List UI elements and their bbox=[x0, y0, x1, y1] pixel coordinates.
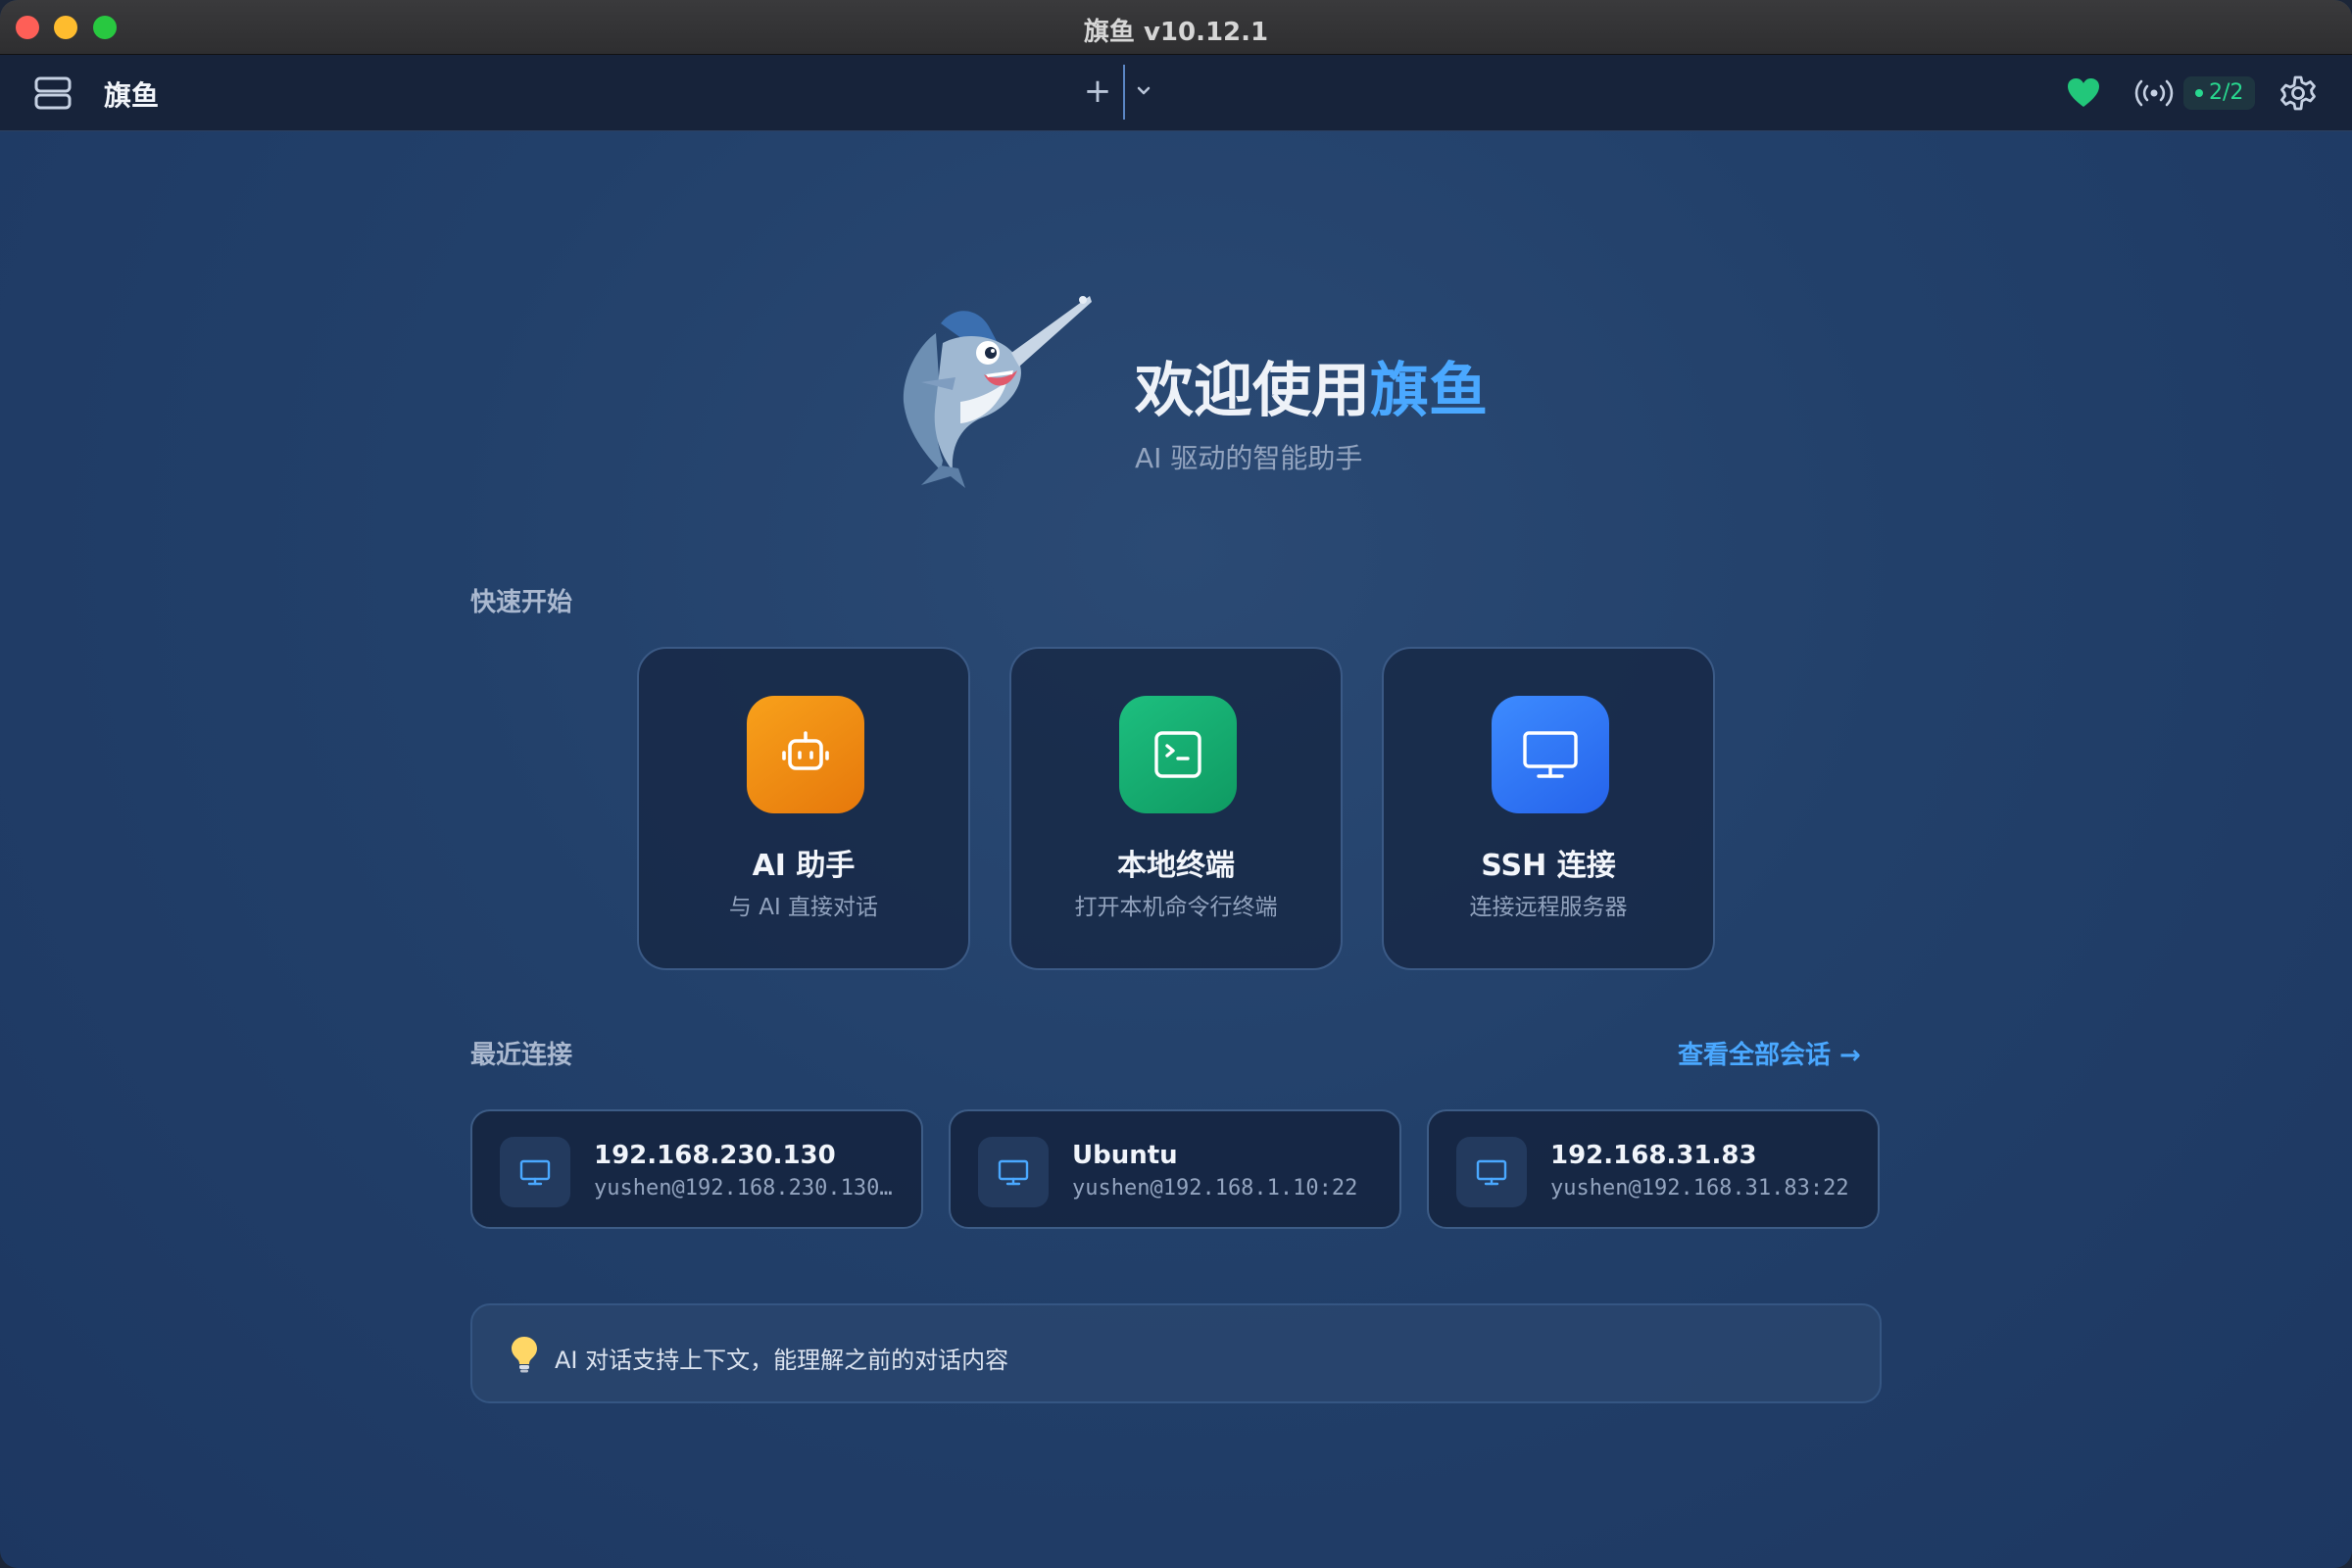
ai-assistant-card[interactable]: AI 助手 与 AI 直接对话 bbox=[637, 647, 970, 970]
recent-icon-tile bbox=[500, 1137, 570, 1207]
local-terminal-subtitle: 打开本机命令行终端 bbox=[1074, 895, 1278, 920]
monitor-icon bbox=[998, 1159, 1029, 1186]
favorite-button[interactable] bbox=[2066, 76, 2101, 110]
local-terminal-icon-tile bbox=[1119, 696, 1237, 813]
ssh-connection-title: SSH 连接 bbox=[1481, 849, 1616, 883]
tab-divider bbox=[1123, 65, 1125, 120]
lightbulb-icon bbox=[510, 1335, 539, 1374]
ai-assistant-title: AI 助手 bbox=[752, 849, 856, 883]
recent-connection-item[interactable]: 192.168.31.83 yushen@192.168.31.83:22 bbox=[1427, 1109, 1880, 1229]
terminal-icon bbox=[1154, 731, 1201, 778]
local-terminal-title: 本地终端 bbox=[1117, 849, 1235, 883]
new-tab-button[interactable]: + bbox=[1080, 74, 1115, 110]
monitor-icon bbox=[1476, 1159, 1507, 1186]
ssh-connection-subtitle: 连接远程服务器 bbox=[1469, 895, 1628, 920]
app-name: 旗鱼 bbox=[104, 79, 160, 112]
recent-connection-name: 192.168.31.83 bbox=[1550, 1141, 1757, 1170]
settings-button[interactable] bbox=[2279, 74, 2317, 112]
broadcast-button[interactable] bbox=[2134, 76, 2174, 110]
window-title: 旗鱼 v10.12.1 bbox=[1083, 18, 1269, 47]
recent-connection-address: yushen@192.168.1.10:22 bbox=[1072, 1176, 1358, 1200]
recent-connection-name: Ubuntu bbox=[1072, 1141, 1178, 1170]
title-bar: 旗鱼 v10.12.1 bbox=[0, 0, 2352, 55]
app-toolbar: 旗鱼 + 2/2 bbox=[0, 55, 2352, 131]
tagline: AI 驱动的智能助手 bbox=[1135, 442, 1363, 474]
recent-connection-name: 192.168.230.130 bbox=[594, 1141, 836, 1170]
tip-text: AI 对话支持上下文，能理解之前的对话内容 bbox=[555, 1347, 1009, 1374]
recent-connection-item[interactable]: 192.168.230.130 yushen@192.168.230.130:2… bbox=[470, 1109, 923, 1229]
monitor-icon bbox=[519, 1159, 551, 1186]
recent-icon-tile bbox=[1456, 1137, 1527, 1207]
connection-count: 2/2 bbox=[2209, 80, 2244, 105]
view-all-sessions-link[interactable]: 查看全部会话 → bbox=[1678, 1035, 1861, 1071]
welcome-heading: 欢迎使用旗鱼 bbox=[1135, 343, 1488, 428]
sailfish-logo-icon bbox=[903, 296, 1092, 488]
welcome-prefix: 欢迎使用 bbox=[1135, 357, 1370, 425]
gear-icon bbox=[2280, 75, 2316, 111]
heart-icon bbox=[2068, 78, 2099, 107]
recent-connection-address: yushen@192.168.31.83:22 bbox=[1550, 1176, 1849, 1200]
sidebar-toggle-button[interactable] bbox=[33, 76, 73, 110]
ai-assistant-icon-tile bbox=[747, 696, 864, 813]
recent-connection-address: yushen@192.168.230.130:22 bbox=[594, 1176, 904, 1200]
welcome-brand: 旗鱼 bbox=[1370, 357, 1488, 425]
app-window: 旗鱼 v10.12.1 旗鱼 + 2/2 欢迎使用旗鱼 AI 驱动的智能助手 快… bbox=[0, 0, 2352, 1568]
recent-icon-tile bbox=[978, 1137, 1049, 1207]
recent-connections-label: 最近连接 bbox=[470, 1041, 573, 1070]
connection-status-badge[interactable]: 2/2 bbox=[2183, 76, 2256, 110]
local-terminal-card[interactable]: 本地终端 打开本机命令行终端 bbox=[1009, 647, 1343, 970]
ssh-connection-icon-tile bbox=[1492, 696, 1609, 813]
chevron-down-icon bbox=[1137, 86, 1151, 95]
signal-icon bbox=[2134, 79, 2174, 107]
ai-assistant-subtitle: 与 AI 直接对话 bbox=[728, 895, 879, 920]
server-list-icon bbox=[34, 76, 72, 110]
status-dot bbox=[2195, 89, 2203, 97]
robot-icon bbox=[782, 731, 829, 770]
sailfish-mascot bbox=[882, 284, 1098, 490]
recent-connection-item[interactable]: Ubuntu yushen@192.168.1.10:22 bbox=[949, 1109, 1401, 1229]
ssh-connection-card[interactable]: SSH 连接 连接远程服务器 bbox=[1382, 647, 1715, 970]
quick-start-label: 快速开始 bbox=[470, 588, 573, 617]
monitor-icon bbox=[1523, 731, 1578, 778]
tip-banner: AI 对话支持上下文，能理解之前的对话内容 bbox=[470, 1303, 1882, 1403]
tab-dropdown-button[interactable] bbox=[1132, 76, 1155, 106]
